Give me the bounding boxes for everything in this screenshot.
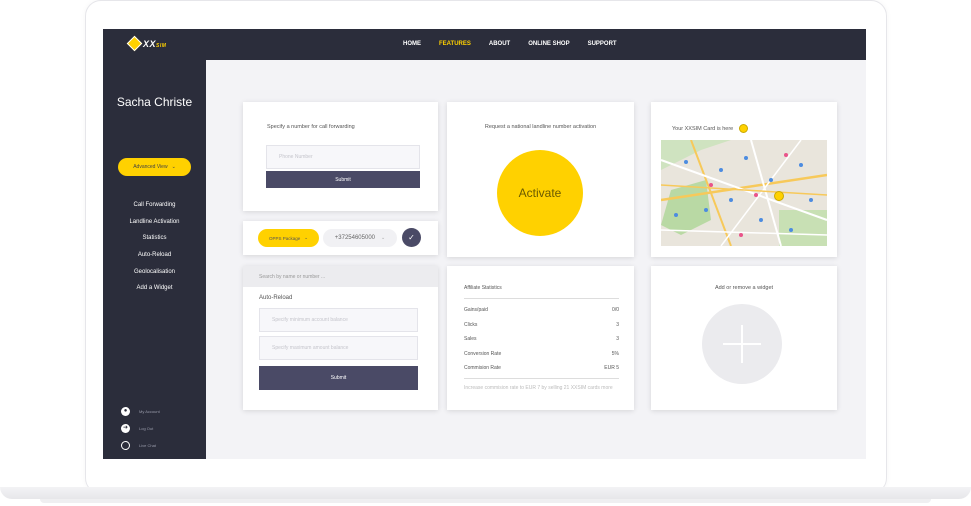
chat-bubble-icon <box>121 441 130 450</box>
landline-activation-card: Request a national landline number activ… <box>447 102 634 257</box>
minimum-balance-input[interactable]: Specify minimum account balance <box>259 308 418 332</box>
affiliate-title: Affiliate Statistics <box>464 285 502 291</box>
chevron-down-icon: ⌄ <box>171 164 176 170</box>
app-screen: XXSIM HOME FEATURES ABOUT ONLINE SHOP SU… <box>103 29 866 459</box>
search-input[interactable]: Search by name or number ... <box>243 266 438 287</box>
call-forwarding-submit-button[interactable]: Submit <box>266 171 420 188</box>
stat-row-sales: Sales 3 <box>464 336 619 342</box>
call-forwarding-card: Specify a number for call forwarding Pho… <box>243 102 438 211</box>
nav-link-online-shop[interactable]: ONLINE SHOP <box>528 41 569 47</box>
log-out-link[interactable]: ➜ Log Out <box>121 420 160 437</box>
advanced-view-dropdown[interactable]: Advanced View ⌄ <box>118 158 191 176</box>
package-selector-card: OPPS Package ⌄ +37254605000 ⌄ ✓ <box>243 221 438 255</box>
affiliate-note: Increase commision rate to EUR 7 by sell… <box>464 385 613 391</box>
live-chat-link[interactable]: Live Chat <box>121 437 160 454</box>
sidebar-item-geolocalisation[interactable]: Geolocalisation <box>103 264 206 281</box>
sidebar-item-landline-activation[interactable]: Landline Activation <box>103 214 206 231</box>
maximum-balance-input[interactable]: Specify maximum amount balance <box>259 336 418 360</box>
user-icon: ● <box>121 407 130 416</box>
chevron-down-icon: ⌄ <box>304 235 309 240</box>
package-label: OPPS Package <box>268 235 301 241</box>
logo-text: XXSIM <box>143 38 167 49</box>
user-name: Sacha Christe <box>116 95 193 109</box>
sidebar: Sacha Christe Advanced View ⌄ Call Forwa… <box>103 60 206 459</box>
number-dropdown[interactable]: +37254605000 ⌄ <box>323 229 397 247</box>
auto-reload-card: Search by name or number ... Auto-Reload… <box>243 266 438 410</box>
package-dropdown[interactable]: OPPS Package ⌄ <box>258 229 319 247</box>
location-dot-icon <box>739 124 749 133</box>
nav-link-about[interactable]: ABOUT <box>489 41 510 47</box>
nav-link-home[interactable]: HOME <box>403 41 421 47</box>
affiliate-divider <box>464 298 619 299</box>
nav-links: HOME FEATURES ABOUT ONLINE SHOP SUPPORT <box>403 41 635 47</box>
auto-reload-submit-button[interactable]: Submit <box>259 366 418 390</box>
phone-number-input[interactable]: Phone Number <box>266 145 420 169</box>
location-map[interactable] <box>661 140 827 246</box>
affiliate-divider-bottom <box>464 378 619 379</box>
laptop-base-shadow <box>40 499 931 503</box>
laptop-base <box>0 487 971 499</box>
confirm-check-button[interactable]: ✓ <box>402 228 421 247</box>
logo[interactable]: XXSIM <box>126 35 167 52</box>
affiliate-stats-list: Gains/paid 0/0 Clicks 3 Sales 3 Conversion … <box>464 303 619 376</box>
add-widget-button[interactable] <box>702 304 782 384</box>
sidebar-item-call-forwarding[interactable]: Call Forwarding <box>103 197 206 214</box>
map-title: Your XXSIM Card is here <box>672 124 749 133</box>
sidebar-menu: Call Forwarding Landline Activation Stat… <box>103 197 206 297</box>
arrow-right-icon: ➜ <box>121 424 130 433</box>
widget-title: Add or remove a widget <box>714 285 774 291</box>
stat-row-commision-rate: Commision Rate EUR 5 <box>464 365 619 371</box>
call-forwarding-title: Specify a number for call forwarding <box>267 124 355 130</box>
auto-reload-title: Auto-Reload <box>259 295 293 301</box>
checkmark-icon: ✓ <box>408 233 415 242</box>
advanced-view-label: Advanced View <box>133 164 168 170</box>
add-widget-card: Add or remove a widget <box>651 266 837 410</box>
sidebar-item-auto-reload[interactable]: Auto-Reload <box>103 247 206 264</box>
selected-number: +37254605000 <box>334 235 375 241</box>
stat-row-conversion-rate: Conversion Rate 5% <box>464 350 619 357</box>
nav-link-support[interactable]: SUPPORT <box>588 41 617 47</box>
top-navigation: XXSIM HOME FEATURES ABOUT ONLINE SHOP SU… <box>103 29 866 60</box>
plus-icon <box>702 304 782 384</box>
my-account-link[interactable]: ● My Account <box>121 403 160 420</box>
landline-title: Request a national landline number activ… <box>484 124 597 130</box>
logo-diamond-icon <box>126 35 143 52</box>
chevron-down-icon: ⌄ <box>381 235 386 241</box>
sidebar-item-statistics[interactable]: Statistics <box>103 230 206 247</box>
stat-row-clicks: Clicks 3 <box>464 321 619 328</box>
account-links: ● My Account ➜ Log Out Live Chat <box>121 403 160 454</box>
sidebar-item-add-widget[interactable]: Add a Widget <box>103 280 206 297</box>
stat-row-gains: Gains/paid 0/0 <box>464 307 619 313</box>
nav-link-features[interactable]: FEATURES <box>439 41 471 47</box>
affiliate-statistics-card: Affiliate Statistics Gains/paid 0/0 Click… <box>447 266 634 410</box>
sim-location-card: Your XXSIM Card is here <box>651 102 837 257</box>
activate-button[interactable]: Activate <box>497 150 583 236</box>
map-graphic <box>661 140 827 246</box>
